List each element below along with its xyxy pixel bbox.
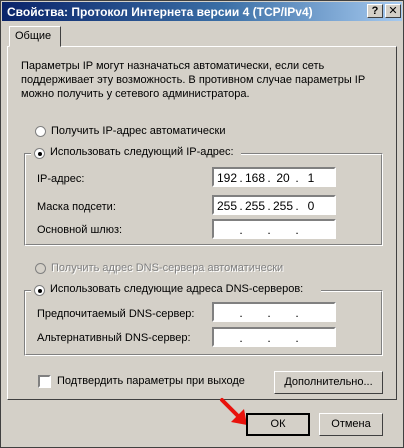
octet-separator: . — [239, 306, 243, 320]
validate-checkbox[interactable] — [38, 375, 51, 388]
ip-address-input[interactable]: 192 . 168 . 20 . 1 — [212, 167, 336, 187]
ip-address-label: IP-адрес: — [37, 173, 85, 185]
dialog-window: Свойства: Протокол Интернета версии 4 (T… — [0, 0, 404, 448]
help-button[interactable]: ? — [367, 4, 383, 18]
advanced-button[interactable]: Дополнительно... — [274, 371, 383, 394]
close-button[interactable]: ✕ — [385, 4, 401, 18]
octet-separator: . — [267, 223, 271, 237]
octet-separator: . — [295, 223, 299, 237]
preferred-dns-label: Предпочитаемый DNS-сервер: — [37, 308, 195, 320]
dns-manual-radio[interactable] — [34, 285, 45, 296]
preferred-dns-input[interactable]: . . . — [212, 302, 336, 322]
ip-address-octet: 1 — [307, 171, 315, 185]
dns-manual-legend: Использовать следующие адреса DNS-сервер… — [31, 283, 321, 297]
dns-auto-label[interactable]: Получить адрес DNS-сервера автоматически — [51, 262, 283, 274]
ip-manual-label[interactable]: Использовать следующий IP-адрес: — [50, 146, 234, 158]
subnet-mask-input[interactable]: 255 . 255 . 255 . 0 — [212, 195, 336, 215]
ok-button[interactable]: ОК — [246, 413, 310, 436]
alternate-dns-label: Альтернативный DNS-сервер: — [37, 332, 191, 344]
cancel-button[interactable]: Отмена — [319, 413, 383, 436]
intro-text: Параметры IP могут назначаться автоматич… — [21, 60, 365, 100]
ip-manual-radio[interactable] — [34, 148, 45, 159]
tab-general[interactable]: Общие — [9, 26, 61, 47]
octet-separator: . — [239, 331, 243, 345]
octet-separator: . — [267, 331, 271, 345]
alternate-dns-input[interactable]: . . . — [212, 327, 336, 347]
gateway-input[interactable]: . . . — [212, 219, 336, 239]
ip-address-octet: 168 — [244, 171, 266, 185]
ip-address-octet: 20 — [276, 171, 290, 185]
octet-separator: . — [295, 306, 299, 320]
octet-separator: . — [267, 306, 271, 320]
title-bar[interactable]: Свойства: Протокол Интернета версии 4 (T… — [2, 2, 402, 21]
dns-manual-label[interactable]: Использовать следующие адреса DNS-сервер… — [50, 283, 303, 295]
ip-address-octet: 192 — [216, 171, 238, 185]
ip-auto-radio[interactable] — [35, 126, 46, 137]
octet-separator: . — [239, 223, 243, 237]
window-title: Свойства: Протокол Интернета версии 4 (T… — [7, 5, 313, 19]
ip-manual-legend: Использовать следующий IP-адрес: — [31, 146, 241, 160]
octet-separator: . — [295, 331, 299, 345]
tab-general-label: Общие — [15, 30, 52, 42]
dns-auto-radio[interactable] — [35, 263, 46, 274]
subnet-mask-octet: 255 — [216, 199, 238, 213]
subnet-mask-label: Маска подсети: — [37, 201, 116, 213]
ip-auto-label[interactable]: Получить IP-адрес автоматически — [51, 125, 225, 137]
validate-label[interactable]: Подтвердить параметры при выходе — [57, 375, 245, 387]
subnet-mask-octet: 255 — [244, 199, 266, 213]
subnet-mask-octet: 0 — [307, 199, 315, 213]
subnet-mask-octet: 255 — [272, 199, 294, 213]
gateway-label: Основной шлюз: — [37, 224, 123, 236]
